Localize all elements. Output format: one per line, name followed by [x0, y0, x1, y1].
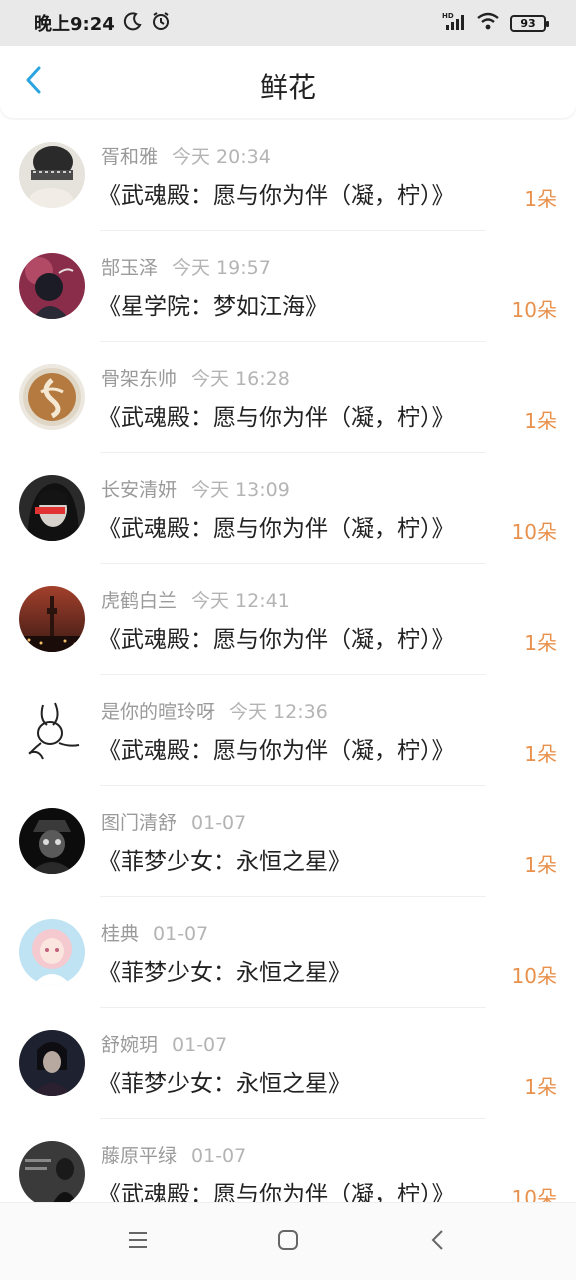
sender-line: 是你的暄玲呀 今天 12:36 [101, 697, 328, 724]
menu-button[interactable] [108, 1212, 168, 1272]
sender-name[interactable]: 胥和雅 [101, 146, 158, 168]
flower-count: 10朵 [511, 1186, 557, 1202]
sender-name[interactable]: 舒婉玥 [101, 1034, 158, 1056]
avatar[interactable] [19, 1141, 85, 1202]
sender-line: 长安清妍 今天 13:09 [101, 475, 290, 502]
sender-line: 舒婉玥 01-07 [101, 1030, 227, 1057]
avatar[interactable] [19, 697, 85, 763]
work-title[interactable]: 《武魂殿：愿与你为伴（凝，柠）》 [98, 509, 455, 543]
flower-count: 10朵 [511, 298, 557, 322]
work-title[interactable]: 《武魂殿：愿与你为伴（凝，柠）》 [98, 731, 455, 765]
flower-count: 10朵 [511, 520, 557, 544]
list-item[interactable]: 郜玉泽 今天 19:57 《星学院：梦如江海》 10朵 [0, 231, 576, 342]
list-item[interactable]: 骨架东帅 今天 16:28 《武魂殿：愿与你为伴（凝，柠）》 1朵 [0, 342, 576, 453]
work-title[interactable]: 《武魂殿：愿与你为伴（凝，柠）》 [98, 1175, 455, 1202]
list-item[interactable]: 图门清舒 01-07 《菲梦少女：永恒之星》 1朵 [0, 786, 576, 897]
nav-back-button[interactable] [408, 1212, 468, 1272]
send-time: 01-07 [172, 1034, 228, 1056]
list-item[interactable]: 是你的暄玲呀 今天 12:36 《武魂殿：愿与你为伴（凝，柠）》 1朵 [0, 675, 576, 786]
sender-line: 胥和雅 今天 20:34 [101, 142, 271, 169]
flower-count: 1朵 [524, 187, 557, 211]
send-time: 今天 20:34 [172, 146, 271, 168]
sender-name[interactable]: 骨架东帅 [101, 368, 177, 390]
flower-count: 1朵 [524, 742, 557, 766]
flower-list[interactable]: 胥和雅 今天 20:34 《武魂殿：愿与你为伴（凝，柠）》 1朵 郜玉泽 今天 19… [0, 120, 576, 1202]
list-item[interactable]: 藤原平绿 01-07 《武魂殿：愿与你为伴（凝，柠）》 10朵 [0, 1119, 576, 1202]
home-square-icon [277, 1229, 299, 1255]
send-time: 今天 13:09 [191, 479, 290, 501]
svg-text:HD: HD [442, 12, 454, 20]
send-time: 01-07 [191, 1145, 247, 1167]
flower-count: 1朵 [524, 1075, 557, 1099]
sender-line: 藤原平绿 01-07 [101, 1141, 246, 1168]
sender-name[interactable]: 虎鹤白兰 [101, 590, 177, 612]
sender-name[interactable]: 长安清妍 [101, 479, 177, 501]
status-left: 晚上9:24 [34, 10, 171, 36]
send-time: 01-07 [153, 923, 209, 945]
sender-line: 虎鹤白兰 今天 12:41 [101, 586, 290, 613]
sender-line: 图门清舒 01-07 [101, 808, 246, 835]
flower-count: 1朵 [524, 409, 557, 433]
work-title[interactable]: 《武魂殿：愿与你为伴（凝，柠）》 [98, 398, 455, 432]
work-title[interactable]: 《武魂殿：愿与你为伴（凝，柠）》 [98, 176, 455, 210]
sender-name[interactable]: 郜玉泽 [101, 257, 158, 279]
nav-back-icon [430, 1229, 446, 1255]
work-title[interactable]: 《菲梦少女：永恒之星》 [98, 953, 351, 987]
battery-icon: 93 [510, 14, 549, 32]
avatar[interactable] [19, 919, 85, 985]
status-time: 晚上9:24 [34, 14, 115, 35]
avatar[interactable] [19, 1030, 85, 1096]
avatar[interactable] [19, 253, 85, 319]
avatar[interactable] [19, 586, 85, 652]
signal-icon: HD [442, 11, 466, 35]
header: 鲜花 [0, 46, 576, 118]
menu-icon [127, 1230, 149, 1254]
avatar[interactable] [19, 142, 85, 208]
avatar[interactable] [19, 364, 85, 430]
list-item[interactable]: 舒婉玥 01-07 《菲梦少女：永恒之星》 1朵 [0, 1008, 576, 1119]
flower-count: 1朵 [524, 853, 557, 877]
work-title[interactable]: 《菲梦少女：永恒之星》 [98, 1064, 351, 1098]
sender-name[interactable]: 是你的暄玲呀 [101, 701, 215, 723]
page-title: 鲜花 [259, 71, 316, 104]
work-title[interactable]: 《菲梦少女：永恒之星》 [98, 842, 351, 876]
list-item[interactable]: 虎鹤白兰 今天 12:41 《武魂殿：愿与你为伴（凝，柠）》 1朵 [0, 564, 576, 675]
status-bar: 晚上9:24 HD 93 [0, 0, 576, 46]
list-item[interactable]: 桂典 01-07 《菲梦少女：永恒之星》 10朵 [0, 897, 576, 1008]
sender-line: 骨架东帅 今天 16:28 [101, 364, 290, 391]
send-time: 今天 12:36 [229, 701, 328, 723]
list-item[interactable]: 长安清妍 今天 13:09 《武魂殿：愿与你为伴（凝，柠）》 10朵 [0, 453, 576, 564]
home-button[interactable] [258, 1212, 318, 1272]
send-time: 今天 12:41 [191, 590, 290, 612]
sender-line: 桂典 01-07 [101, 919, 208, 946]
send-time: 今天 19:57 [172, 257, 271, 279]
send-time: 01-07 [191, 812, 247, 834]
wifi-icon [476, 11, 500, 35]
avatar[interactable] [19, 475, 85, 541]
battery-level: 93 [520, 16, 536, 30]
avatar[interactable] [19, 808, 85, 874]
sender-name[interactable]: 桂典 [101, 923, 139, 945]
system-nav-bar [0, 1202, 576, 1280]
status-right: HD 93 [442, 11, 549, 35]
alarm-icon [151, 11, 171, 36]
work-title[interactable]: 《武魂殿：愿与你为伴（凝，柠）》 [98, 620, 455, 654]
work-title[interactable]: 《星学院：梦如江海》 [98, 287, 328, 321]
send-time: 今天 16:28 [191, 368, 290, 390]
moon-icon [123, 11, 143, 36]
list-item[interactable]: 胥和雅 今天 20:34 《武魂殿：愿与你为伴（凝，柠）》 1朵 [0, 120, 576, 231]
flower-count: 1朵 [524, 631, 557, 655]
sender-name[interactable]: 图门清舒 [101, 812, 177, 834]
flower-count: 10朵 [511, 964, 557, 988]
sender-name[interactable]: 藤原平绿 [101, 1145, 177, 1167]
sender-line: 郜玉泽 今天 19:57 [101, 253, 271, 280]
